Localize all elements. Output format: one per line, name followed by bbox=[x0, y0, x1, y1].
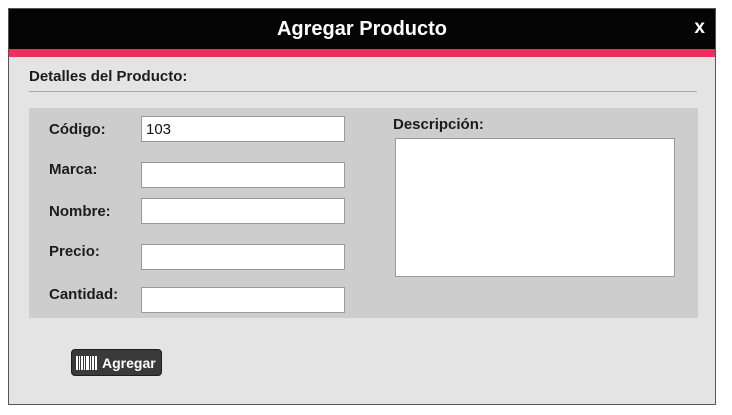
descripcion-label: Descripción: bbox=[393, 116, 484, 133]
barcode-icon bbox=[76, 355, 97, 370]
close-button[interactable]: x bbox=[694, 9, 705, 49]
add-button[interactable]: Agregar bbox=[71, 349, 162, 376]
marca-label: Marca: bbox=[49, 161, 98, 178]
add-button-label: Agregar bbox=[102, 354, 156, 371]
cantidad-label: Cantidad: bbox=[49, 286, 119, 303]
add-product-dialog: Agregar Producto x Detalles del Producto… bbox=[8, 8, 716, 405]
precio-input[interactable] bbox=[141, 244, 345, 270]
cantidad-input[interactable] bbox=[141, 287, 345, 313]
descripcion-textarea[interactable] bbox=[395, 138, 675, 277]
section-divider bbox=[29, 91, 697, 92]
accent-bar bbox=[9, 49, 715, 57]
codigo-label: Código: bbox=[49, 121, 106, 138]
marca-input[interactable] bbox=[141, 162, 345, 188]
dialog-titlebar: Agregar Producto x bbox=[9, 9, 715, 49]
precio-label: Precio: bbox=[49, 243, 100, 260]
nombre-label: Nombre: bbox=[49, 203, 111, 220]
nombre-input[interactable] bbox=[141, 198, 345, 224]
dialog-title: Agregar Producto bbox=[276, 18, 448, 40]
section-heading: Detalles del Producto: bbox=[29, 68, 188, 85]
product-form-panel: Código: Marca: Nombre: Precio: Cantidad:… bbox=[29, 108, 698, 318]
codigo-input[interactable] bbox=[141, 116, 345, 142]
